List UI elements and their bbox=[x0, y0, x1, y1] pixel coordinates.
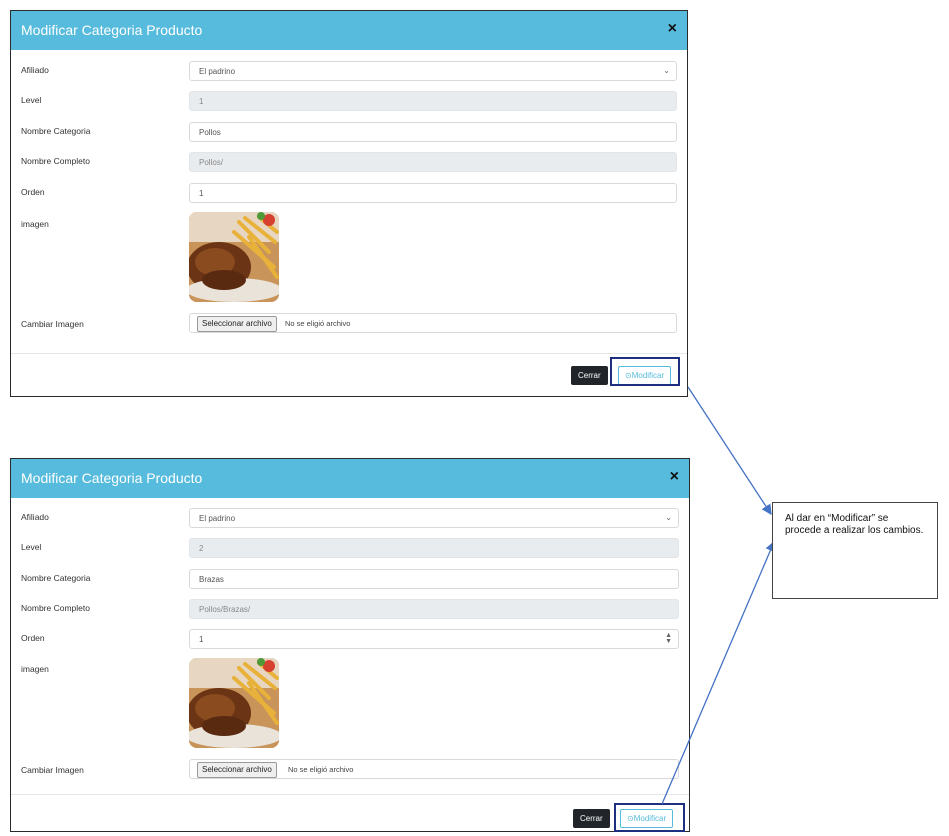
annotation-arrows bbox=[661, 386, 776, 805]
arrow-top bbox=[687, 386, 772, 516]
arrow-bottom bbox=[661, 540, 776, 805]
callout-box: Al dar en “Modificar” se procede a reali… bbox=[772, 502, 938, 599]
callout-text: Al dar en “Modificar” se procede a reali… bbox=[785, 513, 924, 536]
